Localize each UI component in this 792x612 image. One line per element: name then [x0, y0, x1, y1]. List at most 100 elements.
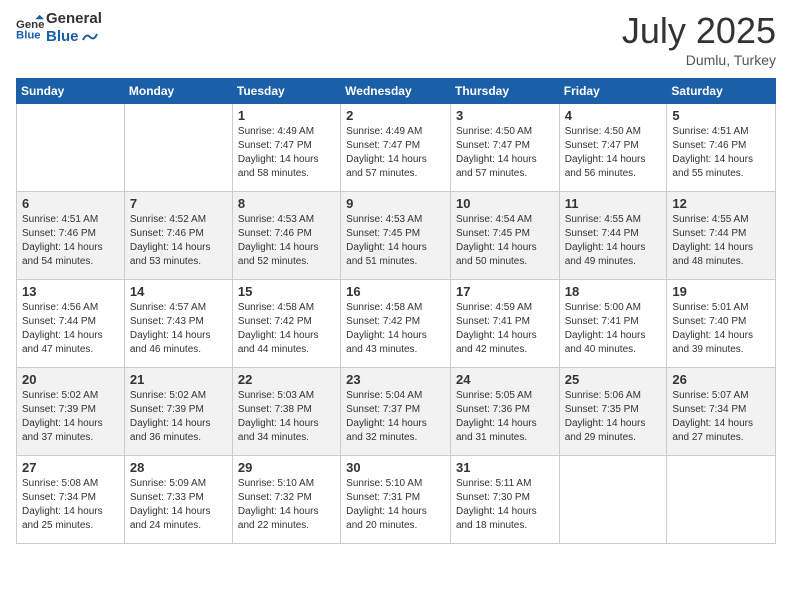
header-tuesday: Tuesday [232, 79, 340, 104]
day-number: 28 [130, 460, 227, 475]
day-info: Sunrise: 5:05 AMSunset: 7:36 PMDaylight:… [456, 389, 554, 445]
cell-4-6: 25 Sunrise: 5:06 AMSunset: 7:35 PMDayligh… [559, 368, 667, 456]
logo-icon: General Blue [16, 14, 44, 42]
day-number: 4 [565, 108, 662, 123]
day-number: 11 [565, 196, 662, 211]
week-row-1: 1 Sunrise: 4:49 AMSunset: 7:47 PMDaylight… [17, 104, 776, 192]
week-row-4: 20 Sunrise: 5:02 AMSunset: 7:39 PMDayligh… [17, 368, 776, 456]
cell-3-7: 19Sunrise: 5:01 AMSunset: 7:40 PMDayligh… [667, 280, 776, 368]
header-saturday: Saturday [667, 79, 776, 104]
location: Dumlu, Turkey [622, 52, 776, 68]
day-number: 23 [346, 372, 445, 387]
cell-2-6: 11 Sunrise: 4:55 AMSunset: 7:44 PMDayligh… [559, 192, 667, 280]
cell-4-4: 23 Sunrise: 5:04 AMSunset: 7:37 PMDayligh… [341, 368, 451, 456]
day-info: Sunrise: 4:53 AMSunset: 7:46 PMDaylight:… [238, 213, 335, 269]
day-number: 7 [130, 196, 227, 211]
day-number: 25 [565, 372, 662, 387]
day-number: 2 [346, 108, 445, 123]
day-info: Sunrise: 5:07 AMSunset: 7:34 PMDaylight:… [672, 389, 770, 445]
day-info: Sunrise: 4:50 AMSunset: 7:47 PMDaylight:… [565, 125, 662, 181]
day-info: Sunrise: 5:10 AMSunset: 7:31 PMDaylight:… [346, 477, 445, 533]
cell-3-5: 17Sunrise: 4:59 AMSunset: 7:41 PMDayligh… [450, 280, 559, 368]
day-info: Sunrise: 4:53 AMSunset: 7:45 PMDaylight:… [346, 213, 445, 269]
day-number: 14 [130, 284, 227, 299]
cell-4-3: 22 Sunrise: 5:03 AMSunset: 7:38 PMDayligh… [232, 368, 340, 456]
day-number: 16 [346, 284, 445, 299]
cell-5-3: 29Sunrise: 5:10 AMSunset: 7:32 PMDayligh… [232, 456, 340, 544]
logo-blue: Blue [46, 28, 102, 46]
day-info: Sunrise: 4:51 AMSunset: 7:46 PMDaylight:… [22, 213, 119, 269]
logo: General Blue General Blue [16, 10, 102, 46]
cell-5-5: 31 Sunrise: 5:11 AMSunset: 7:30 PMDayligh… [450, 456, 559, 544]
day-info: Sunrise: 5:11 AMSunset: 7:30 PMDaylight:… [456, 477, 554, 533]
logo-wave-icon [81, 30, 99, 44]
day-info: Sunrise: 5:03 AMSunset: 7:38 PMDaylight:… [238, 389, 335, 445]
cell-1-6: 4 Sunrise: 4:50 AMSunset: 7:47 PMDaylight… [559, 104, 667, 192]
cell-2-1: 6 Sunrise: 4:51 AMSunset: 7:46 PMDaylight… [17, 192, 125, 280]
cell-5-7 [667, 456, 776, 544]
calendar-table: Sunday Monday Tuesday Wednesday Thursday… [16, 78, 776, 544]
day-number: 3 [456, 108, 554, 123]
day-number: 12 [672, 196, 770, 211]
cell-1-1 [17, 104, 125, 192]
day-number: 6 [22, 196, 119, 211]
day-number: 30 [346, 460, 445, 475]
day-info: Sunrise: 5:06 AMSunset: 7:35 PMDaylight:… [565, 389, 662, 445]
day-number: 22 [238, 372, 335, 387]
week-row-3: 13 Sunrise: 4:56 AMSunset: 7:44 PMDayligh… [17, 280, 776, 368]
day-number: 31 [456, 460, 554, 475]
day-number: 19 [672, 284, 770, 299]
cell-5-6 [559, 456, 667, 544]
svg-text:Blue: Blue [16, 30, 41, 42]
day-number: 10 [456, 196, 554, 211]
day-info: Sunrise: 5:08 AMSunset: 7:34 PMDaylight:… [22, 477, 119, 533]
day-number: 13 [22, 284, 119, 299]
day-info: Sunrise: 4:54 AMSunset: 7:45 PMDaylight:… [456, 213, 554, 269]
header-sunday: Sunday [17, 79, 125, 104]
day-number: 9 [346, 196, 445, 211]
cell-2-3: 8Sunrise: 4:53 AMSunset: 7:46 PMDaylight… [232, 192, 340, 280]
page-header: General Blue General Blue July 2025 Duml… [16, 10, 776, 68]
day-number: 17 [456, 284, 554, 299]
header-wednesday: Wednesday [341, 79, 451, 104]
day-info: Sunrise: 5:02 AMSunset: 7:39 PMDaylight:… [22, 389, 119, 445]
day-info: Sunrise: 5:02 AMSunset: 7:39 PMDaylight:… [130, 389, 227, 445]
day-number: 26 [672, 372, 770, 387]
cell-3-4: 16 Sunrise: 4:58 AMSunset: 7:42 PMDayligh… [341, 280, 451, 368]
cell-3-3: 15Sunrise: 4:58 AMSunset: 7:42 PMDayligh… [232, 280, 340, 368]
day-info: Sunrise: 4:52 AMSunset: 7:46 PMDaylight:… [130, 213, 227, 269]
day-info: Sunrise: 4:51 AMSunset: 7:46 PMDaylight:… [672, 125, 770, 181]
day-info: Sunrise: 4:55 AMSunset: 7:44 PMDaylight:… [672, 213, 770, 269]
cell-2-4: 9 Sunrise: 4:53 AMSunset: 7:45 PMDaylight… [341, 192, 451, 280]
cell-1-7: 5 Sunrise: 4:51 AMSunset: 7:46 PMDaylight… [667, 104, 776, 192]
day-number: 21 [130, 372, 227, 387]
day-number: 24 [456, 372, 554, 387]
day-info: Sunrise: 4:58 AMSunset: 7:42 PMDaylight:… [238, 301, 335, 357]
header-monday: Monday [124, 79, 232, 104]
cell-1-2 [124, 104, 232, 192]
day-info: Sunrise: 4:55 AMSunset: 7:44 PMDaylight:… [565, 213, 662, 269]
week-row-5: 27 Sunrise: 5:08 AMSunset: 7:34 PMDayligh… [17, 456, 776, 544]
day-info: Sunrise: 5:04 AMSunset: 7:37 PMDaylight:… [346, 389, 445, 445]
day-info: Sunrise: 4:56 AMSunset: 7:44 PMDaylight:… [22, 301, 119, 357]
cell-4-2: 21 Sunrise: 5:02 AMSunset: 7:39 PMDayligh… [124, 368, 232, 456]
title-section: July 2025 Dumlu, Turkey [622, 10, 776, 68]
header-friday: Friday [559, 79, 667, 104]
day-info: Sunrise: 4:58 AMSunset: 7:42 PMDaylight:… [346, 301, 445, 357]
day-number: 20 [22, 372, 119, 387]
day-number: 5 [672, 108, 770, 123]
cell-4-7: 26 Sunrise: 5:07 AMSunset: 7:34 PMDayligh… [667, 368, 776, 456]
weekday-header-row: Sunday Monday Tuesday Wednesday Thursday… [17, 79, 776, 104]
day-info: Sunrise: 5:10 AMSunset: 7:32 PMDaylight:… [238, 477, 335, 533]
day-number: 1 [238, 108, 335, 123]
calendar-page: General Blue General Blue July 2025 Duml… [0, 0, 792, 612]
cell-3-1: 13 Sunrise: 4:56 AMSunset: 7:44 PMDayligh… [17, 280, 125, 368]
cell-1-5: 3Sunrise: 4:50 AMSunset: 7:47 PMDaylight… [450, 104, 559, 192]
day-number: 27 [22, 460, 119, 475]
day-info: Sunrise: 4:49 AMSunset: 7:47 PMDaylight:… [346, 125, 445, 181]
cell-5-4: 30 Sunrise: 5:10 AMSunset: 7:31 PMDayligh… [341, 456, 451, 544]
header-thursday: Thursday [450, 79, 559, 104]
logo-general: General [46, 10, 102, 28]
cell-2-5: 10 Sunrise: 4:54 AMSunset: 7:45 PMDayligh… [450, 192, 559, 280]
cell-5-2: 28Sunrise: 5:09 AMSunset: 7:33 PMDayligh… [124, 456, 232, 544]
